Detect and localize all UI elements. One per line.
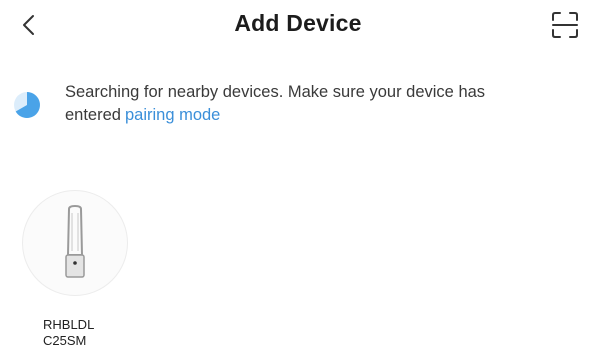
scan-icon	[552, 12, 578, 38]
tower-fan-icon	[65, 205, 85, 278]
search-status: Searching for nearby devices. Make sure …	[0, 80, 596, 140]
add-device-screen: Add Device Searching for nearby devices.…	[0, 0, 596, 354]
loading-spinner-icon	[14, 92, 40, 118]
scan-button[interactable]	[546, 6, 584, 44]
device-icon-circle	[22, 190, 128, 296]
status-message: Searching for nearby devices. Make sure …	[65, 81, 585, 127]
header: Add Device	[0, 0, 596, 48]
pairing-mode-link[interactable]: pairing mode	[125, 106, 220, 124]
chevron-left-icon	[23, 15, 34, 35]
device-item[interactable]: RHBLDL C25SM	[22, 190, 132, 350]
page-title: Add Device	[234, 10, 362, 36]
device-name: RHBLDL C25SM	[43, 317, 95, 348]
back-button[interactable]	[12, 8, 46, 42]
